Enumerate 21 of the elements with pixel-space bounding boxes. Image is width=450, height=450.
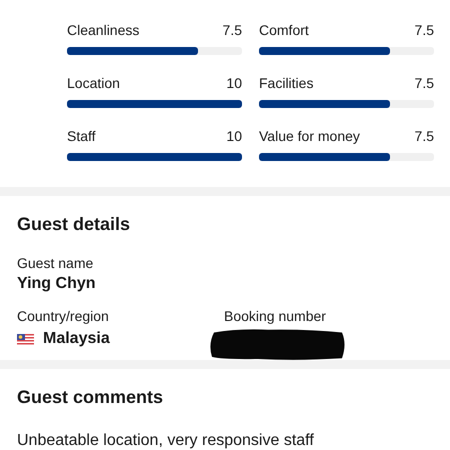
guest-comment: Unbeatable location, very responsive staff [17, 431, 314, 450]
rating-score: 7.5 [414, 127, 434, 145]
country-name: Malaysia [43, 329, 110, 349]
rating-score: 7.5 [414, 21, 434, 39]
section-title: Guest comments [17, 387, 164, 407]
rating-label: Cleanliness [67, 21, 140, 39]
rating-label: Staff [67, 127, 96, 145]
field-label: Booking number [224, 307, 326, 325]
guest-name: Ying Chyn [17, 274, 96, 294]
rating-label: Location [67, 74, 120, 92]
rating-label: Comfort [259, 21, 309, 39]
field-label: Country/region [17, 307, 109, 325]
section-title: Guest details [17, 214, 130, 234]
rating-label: Facilities [259, 74, 314, 92]
field-label: Guest name [17, 254, 94, 272]
rating-score: 10 [226, 74, 242, 92]
rating-score: 10 [226, 127, 242, 145]
rating-label: Value for money [259, 127, 360, 145]
rating-score: 7.5 [414, 74, 434, 92]
flag-icon [17, 334, 34, 344]
rating-score: 7.5 [222, 21, 242, 39]
